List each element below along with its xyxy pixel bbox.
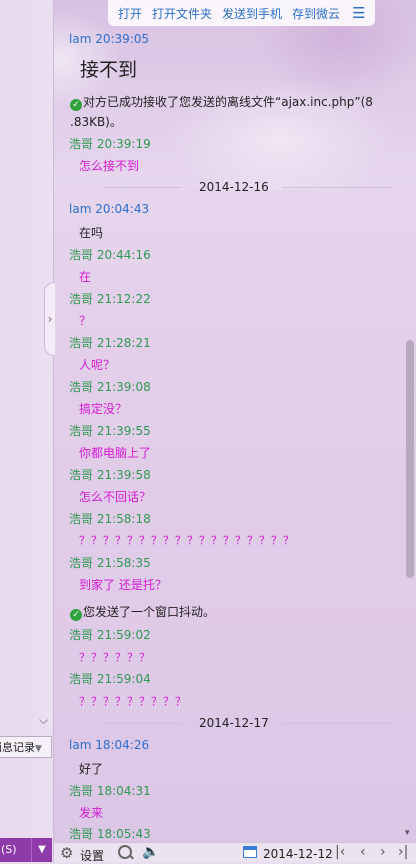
send-options-dropdown-icon[interactable]: ▼ (31, 838, 52, 862)
settings-label[interactable]: 设置 (80, 847, 104, 864)
message-header: 浩哥 18:05:43 (69, 827, 151, 841)
search-icon[interactable] (118, 845, 132, 859)
history-toolbar: ⚙ 设置 🔈 2014-12-12 |‹ ‹ › ›| (54, 842, 416, 864)
message-header: 浩哥 21:39:58 (69, 468, 151, 482)
message-header: 浩哥 21:39:08 (69, 380, 151, 394)
chat-history-area: lam 20:39:05 接不到 ✓ 对方已成功接收了您发送的离线文件“ajax.… (54, 0, 406, 842)
send-shortcut-label: (S) (1, 843, 17, 856)
message-header: 浩哥 21:58:35 (69, 556, 151, 570)
left-sidebar (0, 0, 54, 862)
message-text: 好了 (79, 762, 104, 776)
message-header: 浩哥 21:39:55 (69, 424, 151, 438)
chevron-down-icon[interactable]: ⌵ (39, 713, 48, 728)
message-text: ？？？？？？？？？ (79, 695, 187, 708)
message-text: 怎么接不到 (79, 159, 140, 173)
success-check-icon: ✓ (70, 609, 82, 621)
success-check-icon: ✓ (70, 99, 82, 111)
message-text: ？？？？？？？？？？？？？？？？？？ (79, 534, 295, 547)
current-date[interactable]: 2014-12-12 (263, 847, 333, 861)
message-text: 接不到 (80, 59, 138, 81)
chevron-right-icon: › (47, 312, 53, 326)
gear-icon[interactable]: ⚙ (60, 845, 73, 861)
message-header: 浩哥 21:58:18 (69, 512, 151, 526)
prev-page-icon[interactable]: ‹ (360, 844, 366, 860)
system-notice-cont: .83KB)。 (70, 115, 122, 129)
message-text: 发来 (79, 806, 104, 820)
message-header: 浩哥 21:12:22 (69, 292, 151, 306)
message-text: 到家了 还是托？ (79, 578, 167, 592)
first-page-icon[interactable]: |‹ (335, 844, 345, 860)
message-header: 浩哥 21:59:02 (69, 628, 151, 642)
date-separator: 2014-12-16 (54, 180, 406, 194)
date-separator: 2014-12-17 (54, 716, 406, 730)
message-text: 在吗 (79, 226, 104, 240)
system-notice: ✓ 对方已成功接收了您发送的离线文件“ajax.inc.php”(8 (70, 93, 373, 111)
message-header: lam 20:04:43 (69, 202, 150, 216)
message-header: 浩哥 21:28:21 (69, 336, 151, 350)
speaker-icon[interactable]: 🔈 (142, 844, 159, 860)
message-text: 人呢？ (79, 358, 116, 372)
message-text: ？？？？？？ (79, 651, 151, 664)
message-history-button[interactable]: 消息记录▼ (0, 736, 52, 758)
message-header: 浩哥 20:39:19 (69, 137, 151, 151)
scrollbar-thumb[interactable] (406, 340, 414, 578)
calendar-icon[interactable] (243, 846, 257, 858)
message-text: 搞定没？ (79, 402, 128, 416)
last-page-icon[interactable]: ›| (398, 844, 408, 860)
message-text: 你都电脑上了 (79, 446, 152, 460)
system-notice: ✓ 您发送了一个窗口抖动。 (70, 603, 215, 621)
scroll-down-arrow-icon[interactable]: ▾ (405, 828, 410, 838)
message-header: 浩哥 21:59:04 (69, 672, 151, 686)
next-page-icon[interactable]: › (380, 844, 386, 860)
dropdown-arrow-icon: ▼ (35, 744, 42, 754)
message-text: 在 (79, 270, 92, 284)
message-header: lam 18:04:26 (69, 738, 150, 752)
message-header: 浩哥 18:04:31 (69, 784, 151, 798)
message-header: 浩哥 20:44:16 (69, 248, 151, 262)
message-history-label: 消息记录 (0, 741, 35, 754)
send-button[interactable]: (S) ▼ (0, 838, 52, 862)
message-text: 怎么不回话？ (79, 490, 152, 504)
message-header: lam 20:39:05 (69, 32, 150, 46)
message-text: ？ (79, 314, 92, 328)
